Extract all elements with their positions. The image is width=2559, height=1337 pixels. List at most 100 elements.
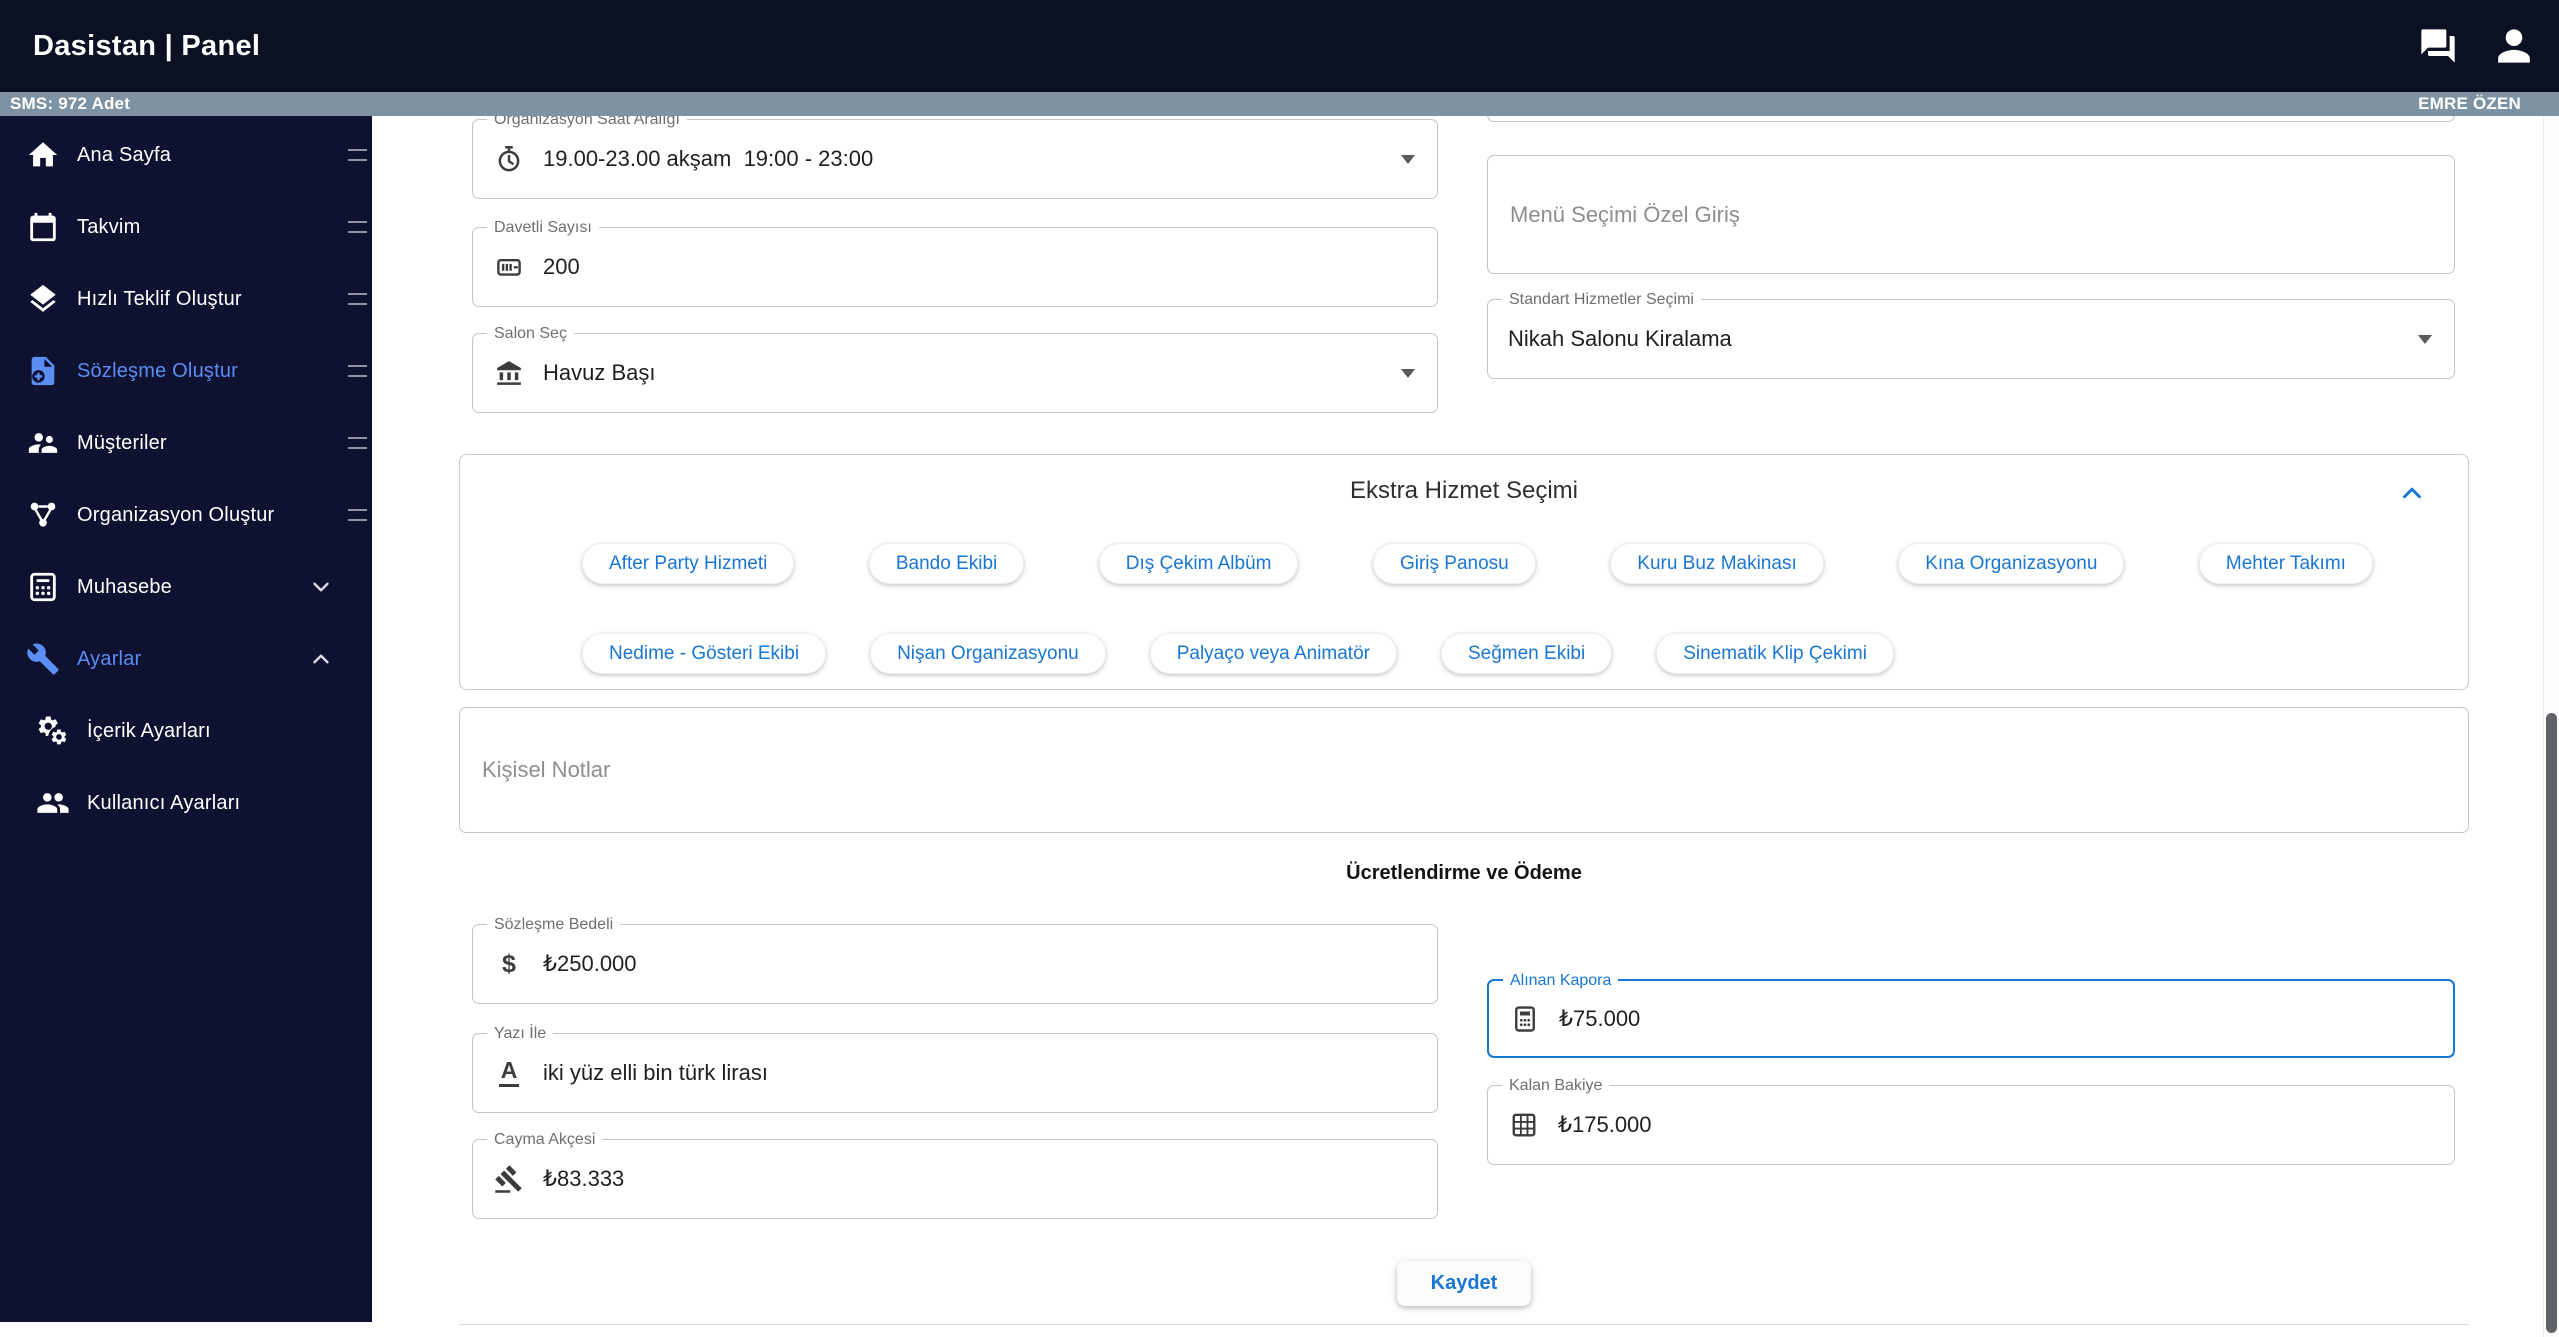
field-label: Kalan Bakiye	[1502, 1076, 1610, 1096]
sidebar-item-musteriler[interactable]: Müşteriler	[0, 407, 372, 479]
field-placeholder: Kişisel Notlar	[482, 757, 611, 782]
field-value: ₺175.000	[1558, 1112, 1652, 1137]
service-chip[interactable]: Seğmen Ekibi	[1440, 633, 1613, 674]
timer-icon	[493, 143, 525, 175]
drag-handle-icon[interactable]	[348, 365, 367, 377]
tally-icon	[493, 251, 525, 283]
main-content: Organizasyon Saat Aralığı 19.00-23.00 ak…	[372, 116, 2543, 1337]
layers-icon	[26, 282, 60, 316]
app-window: Dasistan | Panel SMS: 972 Adet EMRE ÖZEN…	[0, 0, 2559, 1337]
sidebar-item-label: Muhasebe	[77, 575, 172, 598]
gavel-icon	[493, 1163, 525, 1195]
field-yazi-ile[interactable]: Yazı İle A iki yüz elli bin türk lirası	[472, 1024, 1438, 1113]
sidebar-item-label: İçerik Ayarları	[87, 719, 211, 742]
sidebar-item-icerik-ayarlari[interactable]: İçerik Ayarları	[0, 695, 372, 767]
drag-handle-icon[interactable]	[348, 509, 367, 521]
grid-icon	[1508, 1109, 1540, 1141]
field-label: Davetli Sayısı	[487, 218, 599, 238]
app-title: Dasistan | Panel	[33, 29, 261, 62]
field-value: 200	[543, 254, 580, 279]
field-organizasyon-saat-araligi[interactable]: Organizasyon Saat Aralığı 19.00-23.00 ak…	[472, 116, 1438, 199]
field-value: Havuz Başı	[543, 360, 656, 385]
sidebar-item-label: Hızlı Teklif Oluştur	[77, 287, 242, 310]
collapse-chevron-up-icon[interactable]	[2396, 477, 2428, 509]
field-value: Nikah Salonu Kiralama	[1508, 326, 1732, 351]
field-label: Standart Hizmetler Seçimi	[1502, 290, 1701, 310]
hub-icon	[26, 498, 60, 532]
account-icon[interactable]	[2493, 25, 2535, 67]
chevron-down-icon[interactable]	[308, 574, 334, 600]
service-chip-row: After Party Hizmeti Bando Ekibi Dış Çeki…	[582, 543, 2373, 584]
field-value: ₺83.333	[543, 1166, 625, 1191]
sidebar-item-hizli-teklif[interactable]: Hızlı Teklif Oluştur	[0, 263, 372, 335]
field-menu-secimi-ozel-giris[interactable]: Menü Seçimi Özel Giriş	[1487, 155, 2455, 274]
drag-handle-icon[interactable]	[348, 221, 367, 233]
chevron-up-icon[interactable]	[308, 646, 334, 672]
current-user: EMRE ÖZEN	[2418, 94, 2521, 113]
field-salon-sec[interactable]: Salon Seç Havuz Başı	[472, 324, 1438, 413]
field-label: Organizasyon Saat Aralığı	[487, 116, 687, 130]
sidebar-item-muhasebe[interactable]: Muhasebe	[0, 551, 372, 623]
service-chip[interactable]: Palyaço veya Animatör	[1149, 633, 1397, 674]
dropdown-caret-icon	[1401, 369, 1415, 378]
service-chip[interactable]: Kuru Buz Makinası	[1610, 543, 1824, 584]
service-chip[interactable]: Dış Çekim Albüm	[1098, 543, 1299, 584]
drag-handle-icon[interactable]	[348, 293, 367, 305]
dropdown-caret-icon	[2418, 335, 2432, 344]
field-kalan-bakiye[interactable]: Kalan Bakiye ₺175.000	[1487, 1076, 2455, 1165]
service-chip[interactable]: Giriş Panosu	[1372, 543, 1536, 584]
sidebar-item-label: Müşteriler	[77, 431, 167, 454]
field-kisisel-notlar[interactable]: Kişisel Notlar	[459, 707, 2469, 833]
service-chip[interactable]: Mehter Takımı	[2198, 543, 2373, 584]
status-bar: SMS: 972 Adet EMRE ÖZEN	[0, 92, 2559, 116]
field-value: 19.00-23.00 akşam 19:00 - 23:00	[543, 146, 874, 171]
wrench-icon	[26, 642, 60, 676]
messages-icon[interactable]	[2417, 25, 2459, 67]
document-add-icon	[26, 354, 60, 388]
sidebar-item-ana-sayfa[interactable]: Ana Sayfa	[0, 119, 372, 191]
service-chip[interactable]: Sinematik Klip Çekimi	[1656, 633, 1894, 674]
field-value: iki yüz elli bin türk lirası	[543, 1060, 768, 1085]
extra-services-section: Ekstra Hizmet Seçimi After Party Hizmeti…	[459, 454, 2469, 690]
topbar-actions	[2417, 25, 2559, 67]
letter-icon: A	[493, 1057, 525, 1089]
field-standart-hizmetler[interactable]: Standart Hizmetler Seçimi Nikah Salonu K…	[1487, 290, 2455, 379]
service-chip-row: Nedime - Gösteri Ekibi Nişan Organizasyo…	[582, 633, 1894, 674]
sidebar-item-label: Takvim	[77, 215, 141, 238]
sms-credit: SMS: 972 Adet	[10, 94, 131, 113]
sidebar-item-organizasyon-olustur[interactable]: Organizasyon Oluştur	[0, 479, 372, 551]
service-chip[interactable]: After Party Hizmeti	[582, 543, 795, 584]
sidebar-item-label: Kullanıcı Ayarları	[87, 791, 241, 814]
dropdown-caret-icon	[1401, 155, 1415, 164]
field-cayma-akcesi[interactable]: Cayma Akçesi ₺83.333	[472, 1130, 1438, 1219]
sidebar: Ana Sayfa Takvim Hızlı Teklif Oluştur Sö…	[0, 116, 372, 1322]
drag-handle-icon[interactable]	[348, 149, 367, 161]
field-value: ₺250.000	[543, 951, 637, 976]
drag-handle-icon[interactable]	[348, 437, 367, 449]
service-chip[interactable]: Nişan Organizasyonu	[870, 633, 1106, 674]
field-davetli-sayisi[interactable]: Davetli Sayısı 200	[472, 218, 1438, 307]
service-chip[interactable]: Kına Organizasyonu	[1898, 543, 2125, 584]
field-alinan-kapora[interactable]: Alınan Kapora ₺75.000	[1487, 971, 2455, 1058]
sidebar-item-label: Ayarlar	[77, 647, 142, 670]
field-value: ₺75.000	[1559, 1005, 1641, 1031]
sidebar-item-ayarlar[interactable]: Ayarlar	[0, 623, 372, 695]
field-label: Cayma Akçesi	[487, 1130, 603, 1150]
gears-icon	[36, 714, 70, 748]
truncated-field[interactable]	[1487, 116, 2455, 122]
sidebar-item-sozlesme-olustur[interactable]: Sözleşme Oluştur	[0, 335, 372, 407]
extra-services-title: Ekstra Hizmet Seçimi	[1349, 477, 1579, 504]
scrollbar-thumb[interactable]	[2546, 713, 2557, 1333]
field-sozlesme-bedeli[interactable]: Sözleşme Bedeli $ ₺250.000	[472, 915, 1438, 1004]
sidebar-item-kullanici-ayarlari[interactable]: Kullanıcı Ayarları	[0, 767, 372, 839]
service-chip[interactable]: Nedime - Gösteri Ekibi	[582, 633, 827, 674]
vertical-scrollbar[interactable]	[2543, 116, 2559, 1337]
pos-icon	[1509, 1003, 1541, 1035]
sidebar-item-takvim[interactable]: Takvim	[0, 191, 372, 263]
save-button[interactable]: Kaydet	[1397, 1261, 1531, 1306]
topbar: Dasistan | Panel	[0, 0, 2559, 92]
pricing-heading: Ücretlendirme ve Ödeme	[1346, 862, 1582, 884]
sidebar-item-label: Sözleşme Oluştur	[77, 359, 239, 382]
venue-icon	[493, 357, 525, 389]
service-chip[interactable]: Bando Ekibi	[868, 543, 1025, 584]
